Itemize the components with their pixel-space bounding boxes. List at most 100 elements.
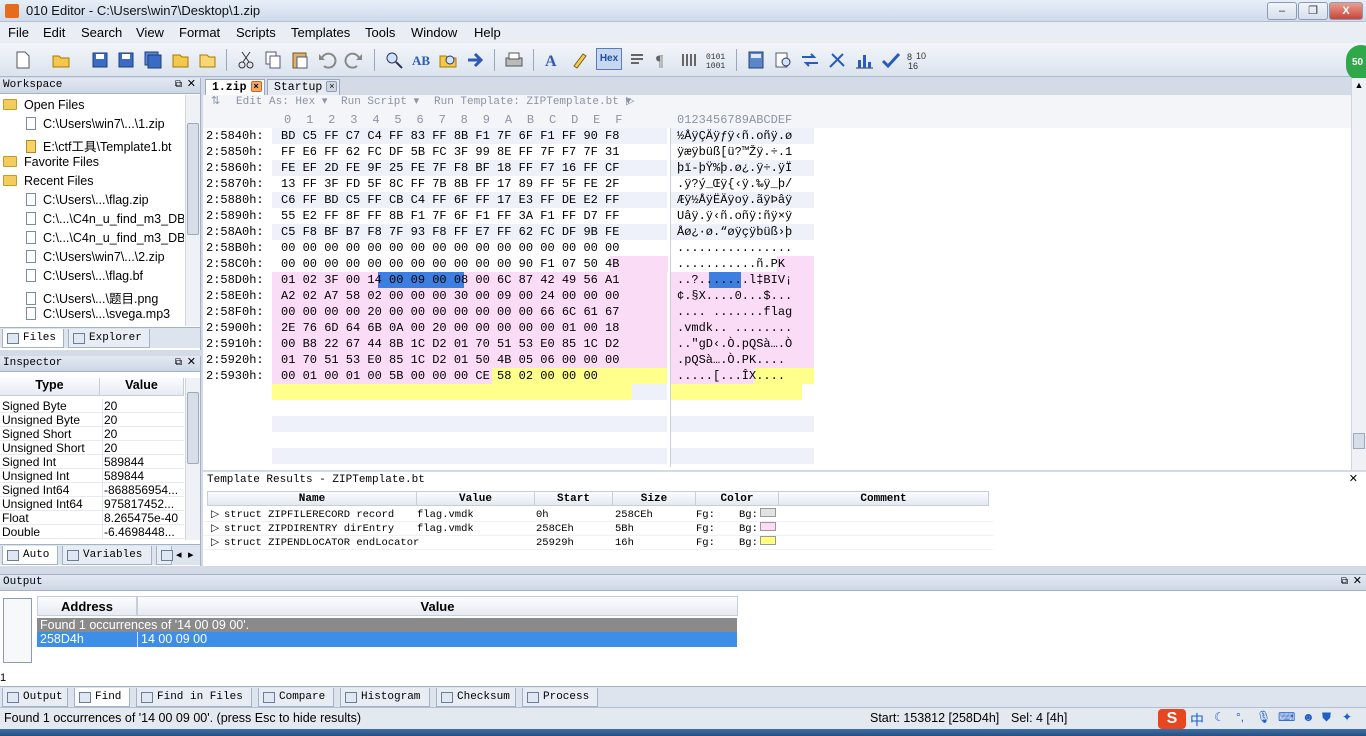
close-tab-icon[interactable]: × bbox=[326, 81, 338, 92]
inspector-row[interactable]: Signed Byte 20 bbox=[0, 399, 184, 413]
tab-overflow[interactable] bbox=[156, 546, 173, 565]
menu-scripts[interactable]: Scripts bbox=[236, 25, 276, 40]
tab-compare[interactable]: Compare bbox=[258, 688, 334, 707]
menu-search[interactable]: Search bbox=[81, 25, 122, 40]
template-row[interactable]: ▷ struct ZIPENDLOCATOR endLocator 25929h… bbox=[203, 536, 993, 550]
recent-file-item[interactable]: C:\...\C4n_u_find_m3_DB bbox=[26, 212, 184, 231]
tab-find[interactable]: Find bbox=[74, 688, 130, 707]
template-row[interactable]: ▷ struct ZIPFILERECORD record flag.vmdk … bbox=[203, 508, 993, 522]
col-name-header[interactable]: Name bbox=[207, 491, 417, 506]
tab-process[interactable]: Process bbox=[522, 688, 598, 707]
menu-templates[interactable]: Templates bbox=[291, 25, 350, 40]
menu-file[interactable]: File bbox=[8, 25, 29, 40]
recent-file-item[interactable]: C:\Users\...\flag.bf bbox=[26, 269, 184, 288]
pin-icon[interactable]: ⧉ bbox=[175, 78, 182, 93]
cut-icon[interactable] bbox=[235, 49, 257, 71]
find-results-toggle[interactable] bbox=[3, 598, 32, 663]
tab-histogram[interactable]: Histogram bbox=[340, 688, 430, 707]
col-start-header[interactable]: Start bbox=[534, 491, 613, 506]
save-as-icon[interactable] bbox=[115, 49, 137, 71]
inspector-row[interactable]: Signed Short 20 bbox=[0, 427, 184, 441]
col-type-header[interactable]: Type bbox=[0, 378, 100, 396]
maximize-button[interactable]: ❐ bbox=[1298, 2, 1328, 20]
replace-icon[interactable]: AB bbox=[410, 49, 432, 71]
ime-logo-icon[interactable]: S bbox=[1158, 709, 1186, 729]
font-icon[interactable]: A bbox=[542, 49, 564, 71]
menu-format[interactable]: Format bbox=[179, 25, 220, 40]
calculator-icon[interactable] bbox=[745, 49, 767, 71]
close-icon[interactable]: ✕ bbox=[187, 356, 196, 371]
inspector-row[interactable]: Unsigned Int 589844 bbox=[0, 469, 184, 483]
inspector-scrollbar[interactable] bbox=[185, 378, 200, 540]
run-template-play-icon[interactable]: ▷ bbox=[626, 95, 634, 110]
inspect-icon[interactable] bbox=[772, 49, 794, 71]
checksum-icon[interactable] bbox=[880, 49, 902, 71]
save-all-icon[interactable] bbox=[142, 49, 164, 71]
ime-chinese-mode[interactable]: 中 bbox=[1190, 710, 1204, 728]
pin-icon[interactable]: ⧉ bbox=[1341, 575, 1348, 590]
histogram-icon[interactable] bbox=[853, 49, 875, 71]
inspector-row[interactable]: Signed Int 589844 bbox=[0, 455, 184, 469]
tab-checksum[interactable]: Checksum bbox=[436, 688, 516, 707]
open-folder-icon[interactable] bbox=[50, 49, 72, 71]
menu-edit[interactable]: Edit bbox=[43, 25, 65, 40]
tab-files[interactable]: Files bbox=[2, 329, 64, 348]
menu-help[interactable]: Help bbox=[474, 25, 501, 40]
inspector-row[interactable]: Unsigned Short 20 bbox=[0, 441, 184, 455]
undo-icon[interactable] bbox=[316, 49, 338, 71]
close-file-icon[interactable] bbox=[169, 49, 191, 71]
tab-scroll-right-icon[interactable]: ▸ bbox=[188, 548, 194, 561]
open-file-item[interactable]: E:\ctf工具\Template1.bt bbox=[26, 136, 211, 155]
inspector-row[interactable]: Float 8.265475e-40 bbox=[0, 511, 184, 525]
expand-icon[interactable]: ▷ bbox=[211, 508, 219, 522]
text-mode-icon[interactable] bbox=[626, 49, 648, 71]
scroll-up-icon[interactable]: ▲ bbox=[1353, 80, 1365, 92]
pin-icon[interactable]: ⧉ bbox=[175, 356, 182, 371]
tab-1zip[interactable]: 1.zip × bbox=[205, 79, 265, 95]
menu-window[interactable]: Window bbox=[411, 25, 457, 40]
highlight-icon[interactable] bbox=[569, 49, 591, 71]
scrollbar-thumb[interactable] bbox=[187, 392, 199, 464]
inspector-row[interactable]: Signed Int64 -868856954... bbox=[0, 483, 184, 497]
tab-scroll-left-icon[interactable]: ◂ bbox=[176, 548, 182, 561]
paragraph-icon[interactable]: ¶ bbox=[651, 49, 673, 71]
redo-icon[interactable] bbox=[343, 49, 365, 71]
open-file-item[interactable]: C:\Users\win7\...\1.zip bbox=[26, 117, 211, 136]
new-file-icon[interactable] bbox=[12, 49, 34, 71]
tab-explorer[interactable]: Explorer bbox=[68, 329, 150, 348]
scrollbar-thumb[interactable] bbox=[187, 123, 199, 235]
scrollbar-thumb[interactable] bbox=[1353, 433, 1365, 449]
microphone-icon[interactable]: 🎙 bbox=[1256, 710, 1271, 728]
col-value-header[interactable]: Value bbox=[416, 491, 535, 506]
print-icon[interactable] bbox=[503, 49, 525, 71]
save-icon[interactable] bbox=[89, 49, 111, 71]
recent-file-item[interactable]: C:\...\C4n_u_find_m3_DB bbox=[26, 231, 184, 250]
recent-file-item[interactable]: C:\Users\...\题目.png bbox=[26, 288, 184, 307]
favorite-files-group[interactable]: Favorite Files bbox=[3, 155, 188, 174]
people-icon[interactable]: ☻ bbox=[1302, 710, 1315, 728]
editor-scrollbar[interactable]: ▲ bbox=[1351, 78, 1366, 470]
tab-auto[interactable]: Auto bbox=[2, 546, 58, 565]
col-address-header[interactable]: Address bbox=[37, 596, 137, 616]
find-icon[interactable] bbox=[383, 49, 405, 71]
compare-icon[interactable] bbox=[799, 49, 821, 71]
tab-variables[interactable]: Variables bbox=[62, 546, 152, 565]
copy-icon[interactable] bbox=[262, 49, 284, 71]
tools-tray-icon[interactable]: ✦ bbox=[1342, 710, 1352, 728]
columns-icon[interactable] bbox=[678, 49, 700, 71]
binary-icon[interactable]: 0101 1001 bbox=[705, 49, 727, 71]
menu-tools[interactable]: Tools bbox=[365, 25, 395, 40]
keyboard-icon[interactable]: ⌨ bbox=[1278, 710, 1295, 728]
recent-file-item[interactable]: C:\Users\...\svega.mp3 bbox=[26, 307, 184, 326]
paste-icon[interactable] bbox=[289, 49, 311, 71]
hex-mode-toggle[interactable]: Hex bbox=[596, 48, 622, 70]
tab-output[interactable]: Output bbox=[2, 688, 68, 707]
workspace-scrollbar[interactable] bbox=[185, 95, 200, 326]
update-badge[interactable]: 50 bbox=[1346, 45, 1366, 81]
inspector-row[interactable]: Double -6.4698448... bbox=[0, 525, 184, 539]
close-tab-icon[interactable]: × bbox=[250, 81, 262, 92]
tab-startup[interactable]: Startup × bbox=[267, 79, 340, 95]
sort-icon[interactable]: ⇅ bbox=[211, 95, 220, 110]
inspector-row[interactable]: Unsigned Int64 975817452... bbox=[0, 497, 184, 511]
tools-icon[interactable] bbox=[826, 49, 848, 71]
